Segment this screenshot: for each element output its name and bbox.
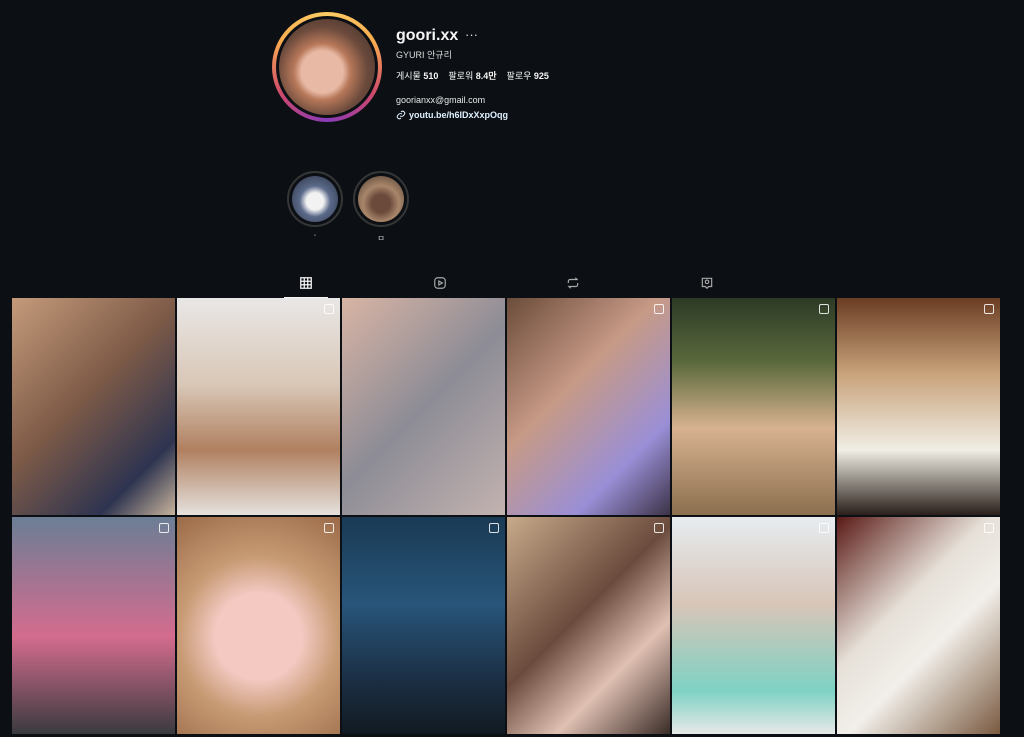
highlight-label: ㅁ xyxy=(377,234,385,243)
bio-email: goorianxx@gmail.com xyxy=(396,95,486,105)
repost-icon xyxy=(567,276,579,289)
bio-link[interactable]: youtu.be/h6lDxXxpOqg xyxy=(396,110,508,120)
post-thumbnail[interactable] xyxy=(342,298,505,515)
avatar[interactable] xyxy=(279,19,375,115)
carousel-icon xyxy=(984,304,994,314)
carousel-icon xyxy=(819,304,829,314)
tagged-icon xyxy=(701,277,713,289)
carousel-icon xyxy=(159,523,169,533)
carousel-icon xyxy=(654,523,664,533)
bio-link-text: youtu.be/h6lDxXxpOqg xyxy=(409,110,509,120)
tab-tagged[interactable] xyxy=(685,268,729,297)
tab-posts[interactable] xyxy=(284,268,328,298)
stat-following[interactable]: 팔로우 925 xyxy=(507,69,549,82)
post-thumbnail[interactable] xyxy=(12,298,175,515)
profile-stats: 게시물 510 팔로워 8.4만 팔로우 925 xyxy=(396,69,549,82)
carousel-icon xyxy=(324,523,334,533)
post-thumbnail[interactable] xyxy=(177,517,340,734)
post-thumbnail[interactable] xyxy=(507,298,670,515)
highlight-label: ʻ xyxy=(314,233,316,242)
stat-posts[interactable]: 게시물 510 xyxy=(396,69,438,82)
carousel-icon xyxy=(654,304,664,314)
post-thumbnail[interactable] xyxy=(12,517,175,734)
posts-grid xyxy=(12,298,1000,737)
carousel-icon xyxy=(324,304,334,314)
grid-icon xyxy=(300,276,312,289)
post-thumbnail[interactable] xyxy=(672,298,835,515)
highlight-2[interactable] xyxy=(353,171,409,227)
profile-tabs xyxy=(0,268,1024,298)
more-horizontal-icon[interactable]: ··· xyxy=(465,27,478,42)
tab-reels[interactable] xyxy=(418,268,462,297)
username: goori.xx xyxy=(396,27,459,44)
full-name: GYURI 안규리 xyxy=(396,50,452,60)
post-thumbnail[interactable] xyxy=(672,517,835,734)
avatar-story-ring[interactable] xyxy=(272,12,382,122)
highlight-cover xyxy=(358,176,404,222)
post-thumbnail[interactable] xyxy=(342,517,505,734)
tab-reposts[interactable] xyxy=(551,268,595,297)
highlight-1[interactable] xyxy=(287,171,343,227)
reels-icon xyxy=(434,276,446,289)
post-thumbnail[interactable] xyxy=(837,517,1000,734)
post-thumbnail[interactable] xyxy=(177,298,340,515)
link-icon xyxy=(396,110,406,120)
stat-followers[interactable]: 팔로워 8.4만 xyxy=(448,69,496,82)
carousel-icon xyxy=(489,523,499,533)
post-thumbnail[interactable] xyxy=(837,298,1000,515)
post-thumbnail[interactable] xyxy=(507,517,670,734)
carousel-icon xyxy=(819,523,829,533)
carousel-icon xyxy=(984,523,994,533)
highlight-cover xyxy=(292,176,338,222)
